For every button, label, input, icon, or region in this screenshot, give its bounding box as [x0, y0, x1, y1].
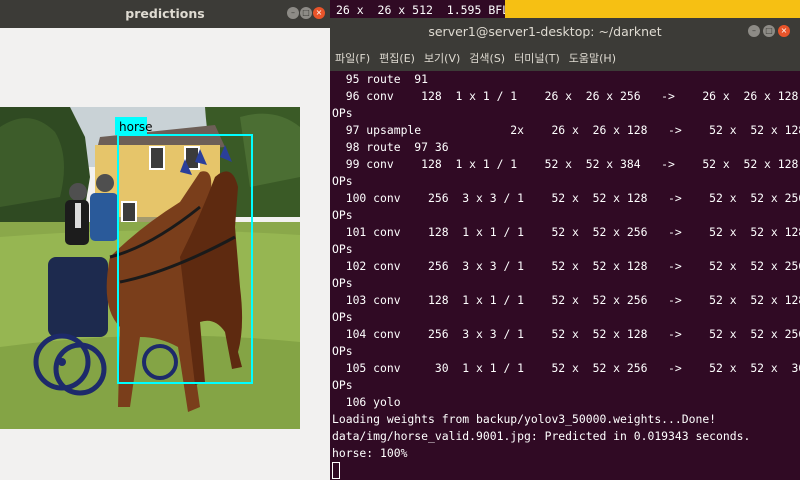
terminal-line: OPs	[332, 378, 353, 392]
terminal-line: OPs	[332, 174, 353, 188]
menu-view[interactable]: 보기(V)	[424, 50, 460, 66]
minimize-button[interactable]: –	[287, 7, 299, 19]
terminal-line: OPs	[332, 242, 353, 256]
terminal-line: 103 conv 128 1 x 1 / 1 52 x 52 x 256 -> …	[345, 293, 800, 307]
menu-file[interactable]: 파일(F)	[335, 50, 370, 66]
terminal-line: 100 conv 256 3 x 3 / 1 52 x 52 x 128 -> …	[345, 191, 800, 205]
desktop-background	[505, 0, 800, 18]
predictions-window-title: predictions	[125, 6, 205, 21]
terminal-titlebar[interactable]: server1@server1-desktop: ~/darknet – □ ×	[330, 18, 800, 45]
terminal-line: horse: 100%	[332, 446, 408, 460]
terminal-line: 105 conv 30 1 x 1 / 1 52 x 52 x 256 -> 5…	[345, 361, 800, 375]
terminal-line: 97 upsample 2x 26 x 26 x 128 -> 52 x 52 …	[332, 123, 800, 137]
terminal-line: 98 route 97 36	[332, 140, 449, 154]
terminal-line: 106 yolo	[332, 395, 401, 409]
terminal-menubar: 파일(F) 편집(E) 보기(V) 검색(S) 터미널(T) 도움말(H)	[330, 45, 800, 71]
terminal-line: 95 route 91	[332, 72, 429, 86]
terminal-line: Loading weights from backup/yolov3_50000…	[332, 412, 717, 426]
background-terminal-line: 26 x 26 x 512 1.595 BFLOPs	[336, 3, 505, 17]
terminal-line: OPs	[332, 106, 353, 120]
terminal-line: 104 conv 256 3 x 3 / 1 52 x 52 x 128 -> …	[345, 327, 800, 341]
detection-label: horse	[119, 120, 153, 134]
terminal-line: 101 conv 128 1 x 1 / 1 52 x 52 x 256 -> …	[345, 225, 800, 239]
terminal-line: OPs	[332, 310, 353, 324]
menu-edit[interactable]: 편집(E)	[379, 50, 415, 66]
maximize-button[interactable]: □	[300, 7, 312, 19]
terminal-output[interactable]: 95 route 91 96 conv 128 1 x 1 / 1 26 x 2…	[330, 71, 800, 480]
prediction-image: horse	[0, 107, 300, 429]
menu-search[interactable]: 검색(S)	[469, 50, 505, 66]
close-button[interactable]: ×	[778, 25, 790, 37]
terminal-line: 102 conv 256 3 x 3 / 1 52 x 52 x 128 -> …	[345, 259, 800, 273]
terminal-line: data/img/horse_valid.9001.jpg: Predicted…	[332, 429, 751, 443]
terminal-cursor	[332, 462, 340, 479]
predictions-titlebar[interactable]: predictions – □ ×	[0, 0, 330, 28]
terminal-prompt[interactable]	[332, 462, 340, 479]
close-button[interactable]: ×	[313, 7, 325, 19]
terminal-line: OPs	[332, 276, 353, 290]
terminal-window: server1@server1-desktop: ~/darknet – □ ×…	[330, 18, 800, 480]
minimize-button[interactable]: –	[748, 25, 760, 37]
terminal-line: OPs	[332, 208, 353, 222]
predictions-window: predictions – □ × horse	[0, 0, 330, 480]
terminal-line: 99 conv 128 1 x 1 / 1 52 x 52 x 384 -> 5…	[345, 157, 799, 171]
maximize-button[interactable]: □	[763, 25, 775, 37]
terminal-window-title: server1@server1-desktop: ~/darknet	[428, 24, 662, 39]
menu-help[interactable]: 도움말(H)	[569, 50, 616, 66]
menu-terminal[interactable]: 터미널(T)	[514, 50, 560, 66]
terminal-line: 96 conv 128 1 x 1 / 1 26 x 26 x 256 -> 2…	[345, 89, 799, 103]
terminal-line: OPs	[332, 344, 353, 358]
